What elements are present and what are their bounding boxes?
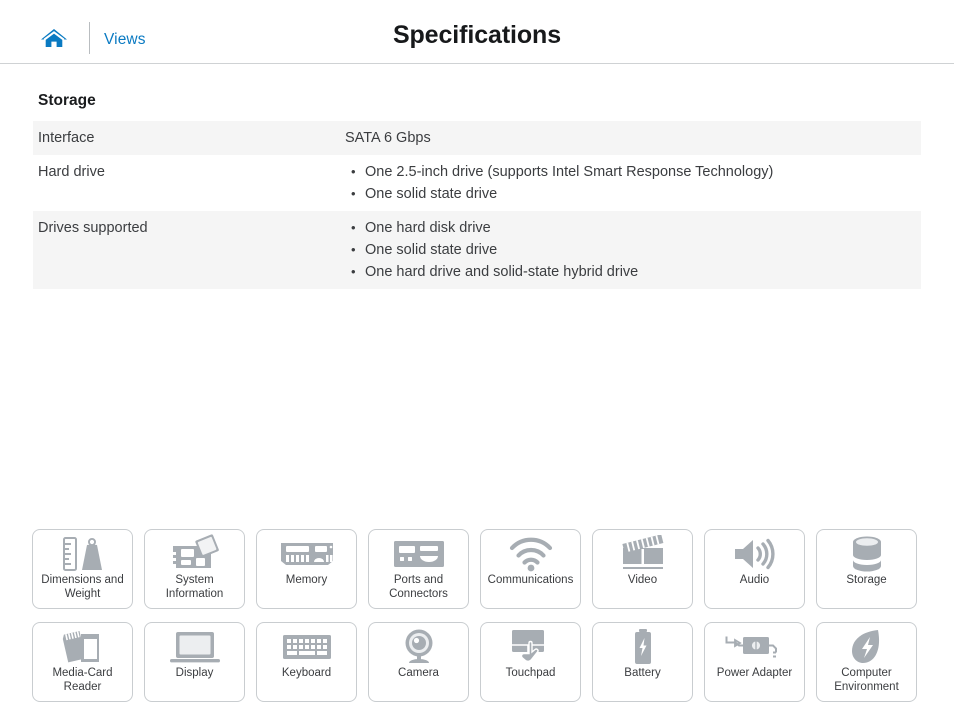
tile-label: Video	[627, 574, 658, 586]
tile-ports-and-connectors[interactable]: Ports and Connectors	[368, 529, 469, 609]
tile-video[interactable]: Video	[592, 529, 693, 609]
spec-value-list-item: One solid state drive	[345, 183, 913, 205]
keyboard-icon	[257, 623, 356, 667]
tile-label: Battery	[624, 667, 661, 679]
tile-display[interactable]: Display	[144, 622, 245, 702]
spec-value-list: One hard disk driveOne solid state drive…	[345, 217, 913, 283]
tile-computer-environment[interactable]: Computer Environment	[816, 622, 917, 702]
tile-label: Dimensions and Weight	[41, 574, 124, 600]
wifi-icon	[481, 530, 580, 574]
tile-battery[interactable]: Battery	[592, 622, 693, 702]
spec-row-label: Interface	[38, 130, 95, 146]
spec-value-list-item: One hard disk drive	[345, 217, 913, 239]
tile-media-card-reader[interactable]: Media-Card Reader	[32, 622, 133, 702]
webcam-icon	[369, 623, 468, 667]
tile-label: Communications	[487, 574, 574, 586]
spec-row-value: One 2.5-inch drive (supports Intel Smart…	[345, 155, 921, 211]
touchpad-hand-icon	[481, 623, 580, 667]
spec-row-label: Hard drive	[38, 164, 105, 180]
section-title: Storage	[38, 92, 96, 109]
tile-label: Power Adapter	[716, 667, 793, 679]
tile-system-information[interactable]: System Information	[144, 529, 245, 609]
spec-value-list-item: One solid state drive	[345, 239, 913, 261]
motherboard-icon	[145, 530, 244, 574]
tile-label: Ports and Connectors	[389, 574, 448, 600]
tile-keyboard[interactable]: Keyboard	[256, 622, 357, 702]
spec-row: Interface SATA 6 Gbps	[33, 121, 921, 155]
tile-storage[interactable]: Storage	[816, 529, 917, 609]
speaker-icon	[705, 530, 804, 574]
spec-row: Drives supported One hard disk driveOne s…	[33, 211, 921, 289]
tile-label: Media-Card Reader	[52, 667, 113, 693]
laptop-screen-icon	[145, 623, 244, 667]
app-header: Views Specifications	[0, 0, 954, 64]
ports-icon	[369, 530, 468, 574]
spec-value-list-item: One 2.5-inch drive (supports Intel Smart…	[345, 161, 913, 183]
tile-memory[interactable]: Memory	[256, 529, 357, 609]
specifications-table: Interface SATA 6 Gbps Hard drive One 2.5-in…	[33, 121, 921, 289]
spec-row-label: Drives supported	[38, 220, 148, 236]
tile-label: Display	[175, 667, 214, 679]
category-tile-grid: Dimensions and Weight System Information…	[32, 529, 922, 715]
spec-row: Hard drive One 2.5-inch drive (supports I…	[33, 155, 921, 211]
clapperboard-icon	[593, 530, 692, 574]
spec-value-list-item: One hard drive and solid-state hybrid dr…	[345, 261, 913, 283]
power-adapter-icon	[705, 623, 804, 667]
page-title: Specifications	[392, 21, 562, 49]
tile-label: Computer Environment	[834, 667, 899, 693]
memory-module-icon	[257, 530, 356, 574]
tile-camera[interactable]: Camera	[368, 622, 469, 702]
tile-label: Touchpad	[505, 667, 556, 679]
ruler-and-weight-icon	[33, 530, 132, 574]
tile-row-2: Media-Card Reader Display Keyboard Camer…	[32, 622, 922, 702]
tile-label: Memory	[285, 574, 328, 586]
tile-row-1: Dimensions and Weight System Information…	[32, 529, 922, 609]
tile-dimensions-and-weight[interactable]: Dimensions and Weight	[32, 529, 133, 609]
tile-label: Camera	[398, 667, 439, 679]
memory-cards-icon	[33, 623, 132, 667]
battery-icon	[593, 623, 692, 667]
spec-row-value: One hard disk driveOne solid state drive…	[345, 211, 921, 289]
tile-label: Keyboard	[281, 667, 332, 679]
leaf-icon	[817, 623, 916, 667]
tile-audio[interactable]: Audio	[704, 529, 805, 609]
tile-label: Storage	[846, 574, 887, 586]
database-cylinder-icon	[817, 530, 916, 574]
tile-communications[interactable]: Communications	[480, 529, 581, 609]
spec-row-value: SATA 6 Gbps	[345, 130, 431, 146]
tile-label: System Information	[165, 574, 224, 600]
tile-label: Audio	[739, 574, 770, 586]
tile-touchpad[interactable]: Touchpad	[480, 622, 581, 702]
spec-value-list: One 2.5-inch drive (supports Intel Smart…	[345, 161, 913, 205]
tile-power-adapter[interactable]: Power Adapter	[704, 622, 805, 702]
